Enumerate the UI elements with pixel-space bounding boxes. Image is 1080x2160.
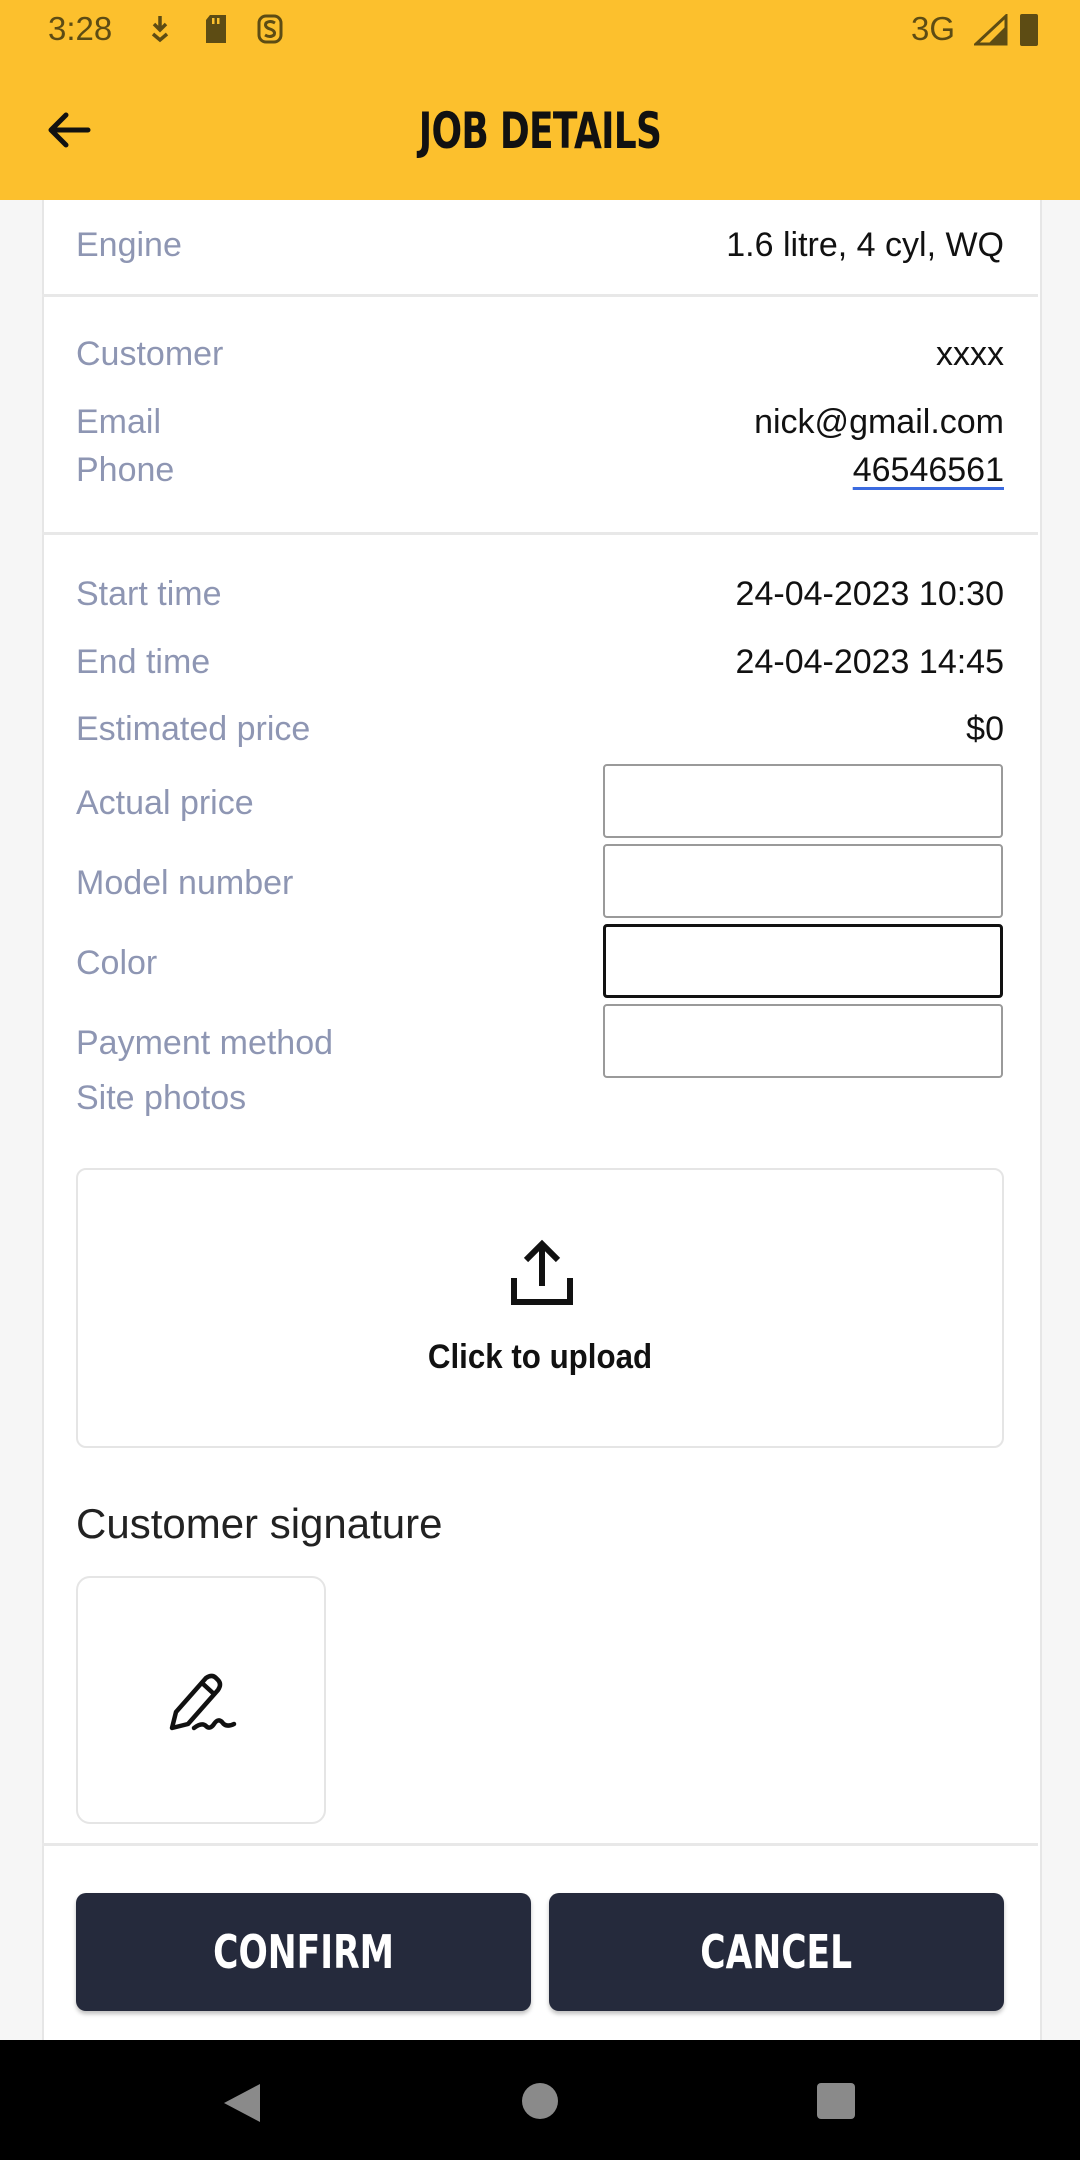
estimated-price-row: Estimated price $0 xyxy=(76,710,1004,760)
upload-label: Click to upload xyxy=(427,1338,653,1376)
estimated-price-label: Estimated price xyxy=(76,710,311,748)
cancel-button[interactable]: CANCEL xyxy=(549,1893,1004,2011)
payment-method-input[interactable] xyxy=(605,1006,1001,1076)
color-label: Color xyxy=(76,944,158,982)
engine-value: 1.6 litre, 4 cyl, WQ xyxy=(726,226,1004,264)
divider xyxy=(42,532,1038,535)
end-time-label: End time xyxy=(76,643,211,681)
signal-icon xyxy=(974,14,1008,46)
upload-icon xyxy=(511,1239,573,1305)
download-icon xyxy=(151,16,169,43)
network-type: 3G xyxy=(910,10,955,47)
actual-price-input[interactable] xyxy=(605,766,1001,836)
actual-price-label: Actual price xyxy=(76,784,254,822)
payment-method-label: Payment method xyxy=(76,1024,334,1062)
email-label: Email xyxy=(76,403,162,441)
customer-label: Customer xyxy=(76,335,224,373)
phone-label: Phone xyxy=(76,451,175,489)
page-title: JOB DETAILS xyxy=(418,102,662,160)
end-time-value: 24-04-2023 14:45 xyxy=(735,643,1004,681)
status-bar: 3:28 3G xyxy=(0,0,1080,60)
phone-link[interactable]: 46546561 xyxy=(853,451,1004,490)
estimated-price-value: $0 xyxy=(966,710,1004,748)
divider xyxy=(42,294,1038,297)
nav-home-icon[interactable] xyxy=(522,2083,558,2119)
confirm-label: CONFIRM xyxy=(213,1925,394,1979)
customer-row: Customer xxxx xyxy=(76,335,1004,385)
divider xyxy=(42,1843,1038,1846)
email-value: nick@gmail.com xyxy=(754,403,1004,441)
engine-label: Engine xyxy=(76,226,182,264)
site-photos-row: Site photos xyxy=(76,1079,1004,1129)
job-details-content: Engine 1.6 litre, 4 cyl, WQ Customer xxx… xyxy=(0,200,1080,2040)
color-field[interactable] xyxy=(603,924,1003,998)
phone-row: Phone 46546561 xyxy=(76,451,1004,501)
signature-pad-button[interactable] xyxy=(76,1576,326,1824)
email-row: Email nick@gmail.com xyxy=(76,403,1004,453)
status-time: 3:28 xyxy=(48,10,113,47)
color-input[interactable] xyxy=(606,927,1000,995)
engine-row: Engine 1.6 litre, 4 cyl, WQ xyxy=(76,226,1004,276)
cancel-label: CANCEL xyxy=(700,1925,853,1979)
battery-icon xyxy=(1020,14,1038,46)
app-bar: JOB DETAILS xyxy=(0,60,1080,200)
nav-back-icon[interactable] xyxy=(222,2082,262,2124)
actual-price-field[interactable] xyxy=(603,764,1003,838)
model-number-input[interactable] xyxy=(605,846,1001,916)
payment-method-field[interactable] xyxy=(603,1004,1003,1078)
model-number-label: Model number xyxy=(76,864,294,902)
sd-card-icon xyxy=(206,15,226,43)
confirm-button[interactable]: CONFIRM xyxy=(76,1893,531,2011)
start-time-value: 24-04-2023 10:30 xyxy=(735,575,1004,613)
nav-recents-icon[interactable] xyxy=(817,2083,855,2119)
signature-title: Customer signature xyxy=(76,1500,443,1547)
start-time-row: Start time 24-04-2023 10:30 xyxy=(76,575,1004,625)
model-number-field[interactable] xyxy=(603,844,1003,918)
photo-upload-box[interactable]: Click to upload xyxy=(76,1168,1004,1448)
end-time-row: End time 24-04-2023 14:45 xyxy=(76,643,1004,693)
pen-signature-icon xyxy=(169,1673,237,1731)
back-arrow-icon[interactable] xyxy=(40,100,100,160)
start-time-label: Start time xyxy=(76,575,222,613)
customer-value: xxxx xyxy=(936,335,1004,373)
site-photos-label: Site photos xyxy=(76,1079,247,1117)
app-s-icon xyxy=(257,14,283,44)
system-nav-bar xyxy=(0,2040,1080,2160)
